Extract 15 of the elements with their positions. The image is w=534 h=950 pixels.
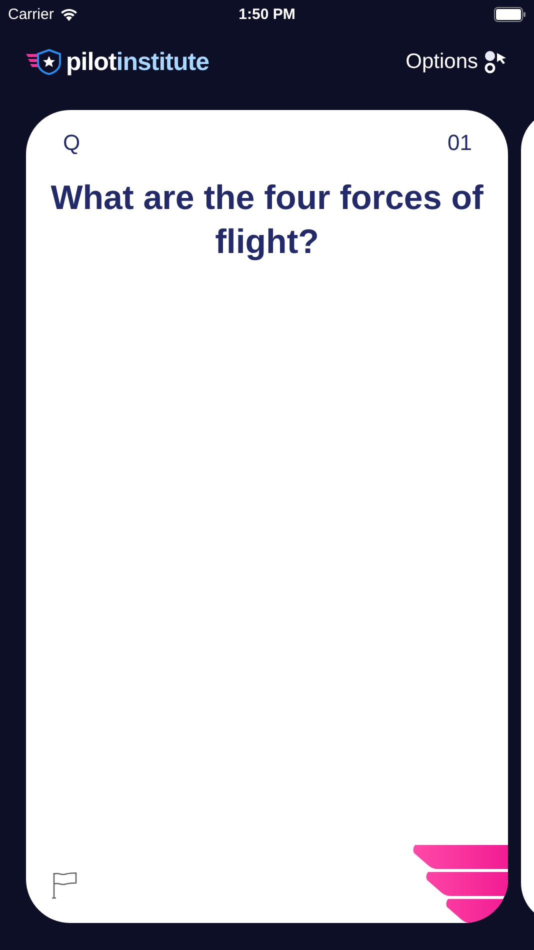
options-button[interactable]: Options: [406, 50, 508, 74]
flag-icon: [52, 872, 78, 899]
shield-logo-icon: [26, 49, 62, 75]
card-side-label: Q: [63, 130, 80, 156]
carrier-label: Carrier: [8, 6, 54, 22]
question-text: What are the four forces of flight?: [50, 178, 484, 264]
logo-text: institute: [116, 48, 209, 76]
logo-text: pilot: [66, 48, 116, 76]
flash-card[interactable]: Q 01 What are the four forces of flight?: [26, 110, 508, 923]
battery-icon: [494, 6, 526, 22]
clock-time: 1:50 PM: [238, 6, 296, 22]
options-icon: [484, 50, 508, 74]
wifi-icon: [60, 8, 78, 20]
card-number: 01: [448, 130, 472, 156]
flag-button[interactable]: [52, 872, 78, 899]
